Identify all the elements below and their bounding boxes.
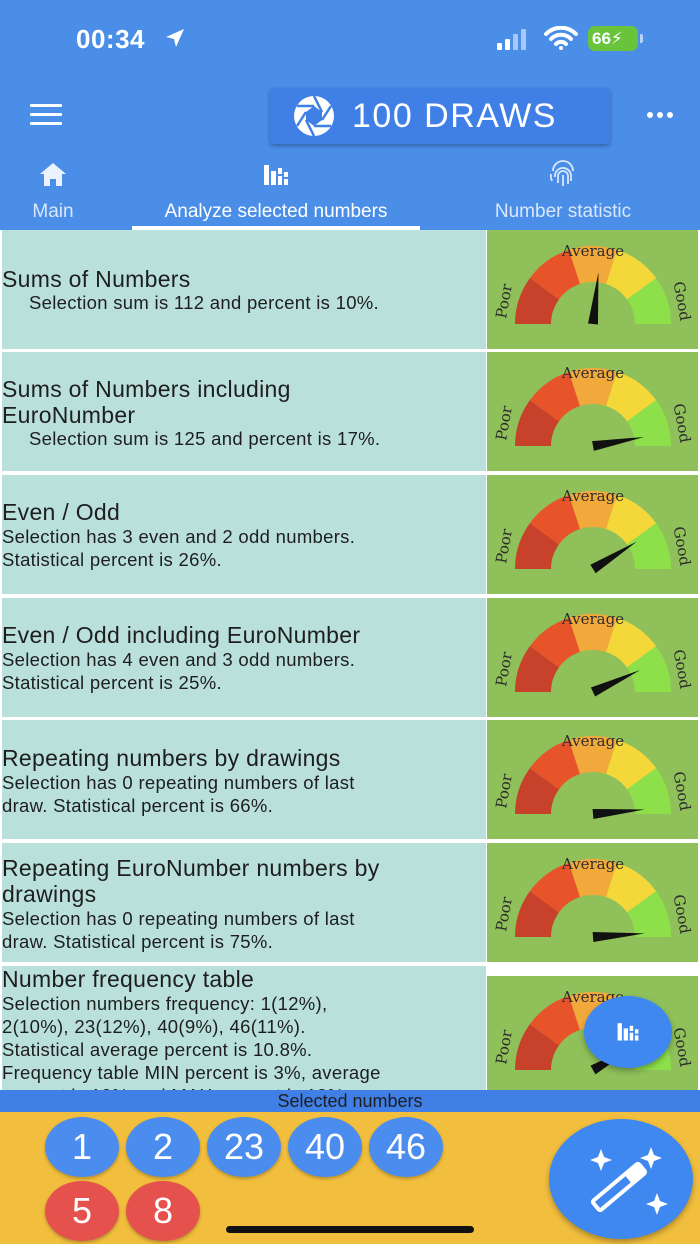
- tab-label: Number statistic: [494, 201, 632, 222]
- magic-wand-icon: [590, 1147, 668, 1215]
- draws-count-label: 100 DRAWS: [352, 96, 557, 135]
- gauge-needle: [590, 541, 638, 574]
- gauge-label: Average: [561, 732, 624, 750]
- gauge-label: Good: [670, 525, 695, 568]
- analysis-description: Selection sum is 112 and percent is 10%.: [29, 292, 379, 313]
- gauge-label: Poor: [492, 282, 516, 320]
- statistics-fab-button[interactable]: [584, 996, 672, 1068]
- more-options-icon[interactable]: [646, 110, 674, 120]
- analysis-row[interactable]: Sums of Numbers Selection sum is 112 and…: [0, 230, 700, 351]
- euro-number-ball[interactable]: 8: [126, 1181, 200, 1241]
- analysis-title: Even / Odd: [2, 499, 121, 525]
- analysis-title: Sums of Numbers: [2, 266, 191, 292]
- analysis-title: Number frequency table: [2, 966, 255, 992]
- gauge-label: Poor: [492, 772, 516, 810]
- gauge-meter: Average Poor Good: [492, 364, 695, 451]
- home-indicator[interactable]: [226, 1226, 474, 1233]
- tab-label: Analyze selected numbers: [164, 201, 388, 222]
- euro-number-ball[interactable]: 5: [45, 1181, 119, 1241]
- analysis-description: Selection has 4 even and 3 odd numbers. …: [2, 649, 356, 693]
- gauge-meter: Average Poor Good: [492, 487, 695, 574]
- analysis-title: Repeating EuroNumber numbers by drawings: [2, 855, 380, 907]
- analysis-row[interactable]: Repeating EuroNumber numbers by drawings…: [0, 843, 700, 964]
- analysis-card: Sums of Numbers Selection sum is 112 and…: [2, 230, 486, 349]
- analysis-card: Number frequency table Selection numbers…: [2, 966, 486, 1090]
- gauge-panel: Average Poor Good: [487, 843, 698, 962]
- gauge-panel: Average Poor Good: [487, 230, 698, 349]
- cellular-signal-icon: [497, 29, 526, 50]
- bar-chart-icon: [617, 1023, 639, 1041]
- gauge-panel: Average Poor Good: [487, 475, 698, 594]
- draws-count-button[interactable]: 100 DRAWS: [270, 88, 610, 144]
- gauge-panel: Average Poor Good: [487, 598, 698, 717]
- analysis-list[interactable]: Sums of Numbers Selection sum is 112 and…: [0, 230, 700, 1090]
- tab-main[interactable]: Main: [0, 155, 106, 230]
- status-time: 00:34: [76, 24, 145, 54]
- selected-number-ball[interactable]: 1: [45, 1117, 119, 1177]
- gauge-label: Average: [561, 364, 624, 382]
- location-arrow-icon: [166, 29, 184, 47]
- selected-number-ball[interactable]: 46: [369, 1117, 443, 1177]
- home-icon: [40, 163, 66, 186]
- analysis-card: Sums of Numbers including EuroNumber Sel…: [2, 352, 486, 471]
- gauge-label: Average: [561, 855, 624, 873]
- analysis-row[interactable]: Sums of Numbers including EuroNumber Sel…: [0, 352, 700, 473]
- gauge-panel: Average Poor Good: [487, 352, 698, 471]
- analysis-description: Selection sum is 125 and percent is 17%.: [29, 428, 381, 449]
- gauge-label: Poor: [492, 650, 516, 688]
- gauge-meter: Average Poor Good: [492, 732, 695, 819]
- analysis-title: Repeating numbers by drawings: [2, 745, 341, 771]
- tab-label: Main: [32, 201, 74, 222]
- wifi-icon: [544, 26, 578, 50]
- analysis-description: Selection numbers frequency: 1(12%), 2(1…: [2, 993, 381, 1090]
- gauge-label: Average: [561, 487, 624, 505]
- analysis-title: Sums of Numbers including EuroNumber: [2, 376, 291, 428]
- selected-number-ball[interactable]: 2: [126, 1117, 200, 1177]
- analysis-card: Even / Odd Selection has 3 even and 2 od…: [2, 475, 486, 594]
- selected-numbers-label: Selected numbers: [0, 1090, 700, 1112]
- gauge-label: Poor: [492, 404, 516, 442]
- bar-chart-icon: [264, 165, 288, 185]
- gauge-label: Average: [561, 610, 624, 628]
- gauge-meter: Average Poor Good: [492, 855, 695, 942]
- gauge-label: Good: [670, 402, 695, 445]
- gauge-label: Poor: [492, 527, 516, 565]
- analysis-row[interactable]: Repeating numbers by drawings Selection …: [0, 720, 700, 841]
- tab-bar: Main Analyze selected numbers Number sta…: [0, 155, 700, 230]
- magic-wand-fab-button[interactable]: [549, 1119, 693, 1239]
- aperture-icon: [294, 95, 334, 137]
- menu-icon[interactable]: [30, 104, 62, 126]
- analysis-title: Even / Odd including EuroNumber: [2, 622, 361, 648]
- gauge-needle: [590, 670, 641, 697]
- gauge-label: Poor: [492, 1028, 516, 1066]
- charging-bolt-icon: ⚡: [610, 29, 623, 48]
- tab-analyze-selected-numbers[interactable]: Analyze selected numbers: [132, 155, 420, 230]
- analysis-card: Even / Odd including EuroNumber Selectio…: [2, 598, 486, 717]
- tab-number-statistic[interactable]: Number statistic: [468, 155, 658, 230]
- fingerprint-icon: [549, 160, 574, 186]
- gauge-meter: Average Poor Good: [492, 242, 695, 325]
- gauge-label: Good: [670, 770, 695, 813]
- app-header: 00:34 66⚡ 100 DRAWS: [0, 0, 700, 155]
- gauge-label: Good: [670, 280, 695, 323]
- analysis-description: Selection has 0 repeating numbers of las…: [2, 908, 355, 952]
- gauge-label: Good: [670, 893, 695, 936]
- analysis-description: Selection has 3 even and 2 odd numbers. …: [2, 526, 356, 570]
- gauge-label: Good: [670, 648, 695, 691]
- gauge-label: Average: [561, 242, 624, 260]
- selected-number-ball[interactable]: 23: [207, 1117, 281, 1177]
- battery-level: 66: [592, 29, 611, 48]
- gauge-label: Good: [670, 1026, 695, 1069]
- analysis-card: Repeating EuroNumber numbers by drawings…: [2, 843, 486, 962]
- analysis-row[interactable]: Even / Odd including EuroNumber Selectio…: [0, 598, 700, 719]
- selected-number-ball[interactable]: 40: [288, 1117, 362, 1177]
- analysis-row[interactable]: Even / Odd Selection has 3 even and 2 od…: [0, 475, 700, 596]
- gauge-label: Poor: [492, 895, 516, 933]
- gauge-panel: Average Poor Good: [487, 720, 698, 839]
- analysis-card: Repeating numbers by drawings Selection …: [2, 720, 486, 839]
- battery-indicator: 66⚡: [588, 26, 643, 51]
- gauge-meter: Average Poor Good: [492, 610, 695, 697]
- analysis-description: Selection has 0 repeating numbers of las…: [2, 772, 355, 816]
